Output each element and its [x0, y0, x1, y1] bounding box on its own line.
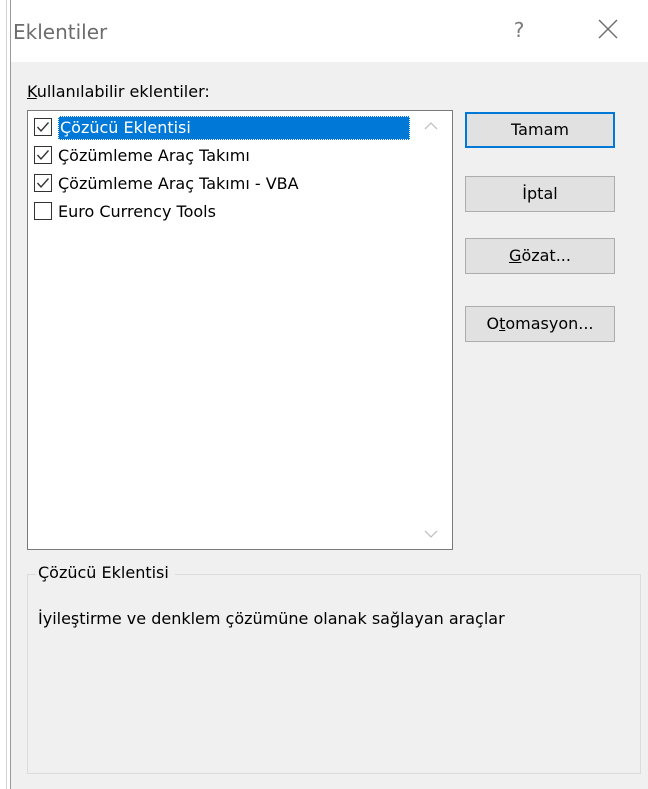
browse-accelerator: G: [509, 246, 522, 265]
description-text: İyileştirme ve denklem çözümüne olanak s…: [38, 609, 505, 628]
scroll-up-button[interactable]: [410, 111, 452, 141]
checkbox-euro-currency-tools[interactable]: [34, 202, 52, 220]
label-text: ullanılabilir eklentiler:: [36, 82, 210, 101]
help-button[interactable]: ?: [499, 8, 539, 52]
scroll-down-button[interactable]: [410, 519, 452, 549]
close-icon: [598, 19, 618, 39]
checkmark-icon: [36, 178, 50, 189]
browse-button[interactable]: Gözat...: [465, 238, 615, 274]
list-item-analysis-toolpak[interactable]: Çözümleme Araç Takımı: [34, 144, 406, 168]
worksheet-gridline: [6, 0, 7, 789]
worksheet-background: [0, 0, 10, 789]
cancel-button[interactable]: İptal: [465, 176, 615, 212]
checkmark-icon: [36, 150, 50, 161]
ok-button[interactable]: Tamam: [465, 112, 615, 148]
description-groupbox: Çözücü Eklentisi İyileştirme ve denklem …: [27, 563, 641, 774]
available-addins-label: Kullanılabilir eklentiler:: [27, 82, 210, 101]
automation-button[interactable]: Otomasyon...: [465, 306, 615, 342]
list-item-euro-currency-tools[interactable]: Euro Currency Tools: [34, 200, 406, 224]
browse-label: özat...: [521, 246, 571, 265]
list-item-label: Euro Currency Tools: [58, 202, 216, 221]
description-title: Çözücü Eklentisi: [36, 563, 175, 582]
chevron-up-icon: [424, 122, 438, 130]
checkmark-icon: [36, 122, 50, 133]
checkbox-analysis-toolpak-vba[interactable]: [34, 174, 52, 192]
label-accelerator: K: [27, 82, 37, 101]
chevron-down-icon: [424, 530, 438, 538]
list-item-solver[interactable]: Çözücü Eklentisi: [34, 116, 410, 140]
checkbox-analysis-toolpak[interactable]: [34, 146, 52, 164]
title-bar: Eklentiler ?: [11, 0, 648, 62]
automation-label-end: omasyon...: [505, 314, 594, 333]
addins-listbox[interactable]: Çözücü Eklentisi Çözümleme Araç Takımı Ç…: [27, 110, 453, 550]
list-item-analysis-toolpak-vba[interactable]: Çözümleme Araç Takımı - VBA: [34, 172, 406, 196]
list-item-label: Çözümleme Araç Takımı - VBA: [58, 174, 299, 193]
automation-label-start: O: [486, 314, 500, 333]
checkbox-solver[interactable]: [34, 118, 52, 136]
addins-dialog: Eklentiler ? Kullanılabilir eklentiler: …: [10, 0, 648, 789]
list-item-label: Çözücü Eklentisi: [58, 116, 410, 140]
dialog-title: Eklentiler: [13, 20, 108, 44]
list-scrollbar[interactable]: [410, 111, 452, 549]
close-button[interactable]: [585, 8, 629, 52]
list-item-label: Çözümleme Araç Takımı: [58, 146, 250, 165]
